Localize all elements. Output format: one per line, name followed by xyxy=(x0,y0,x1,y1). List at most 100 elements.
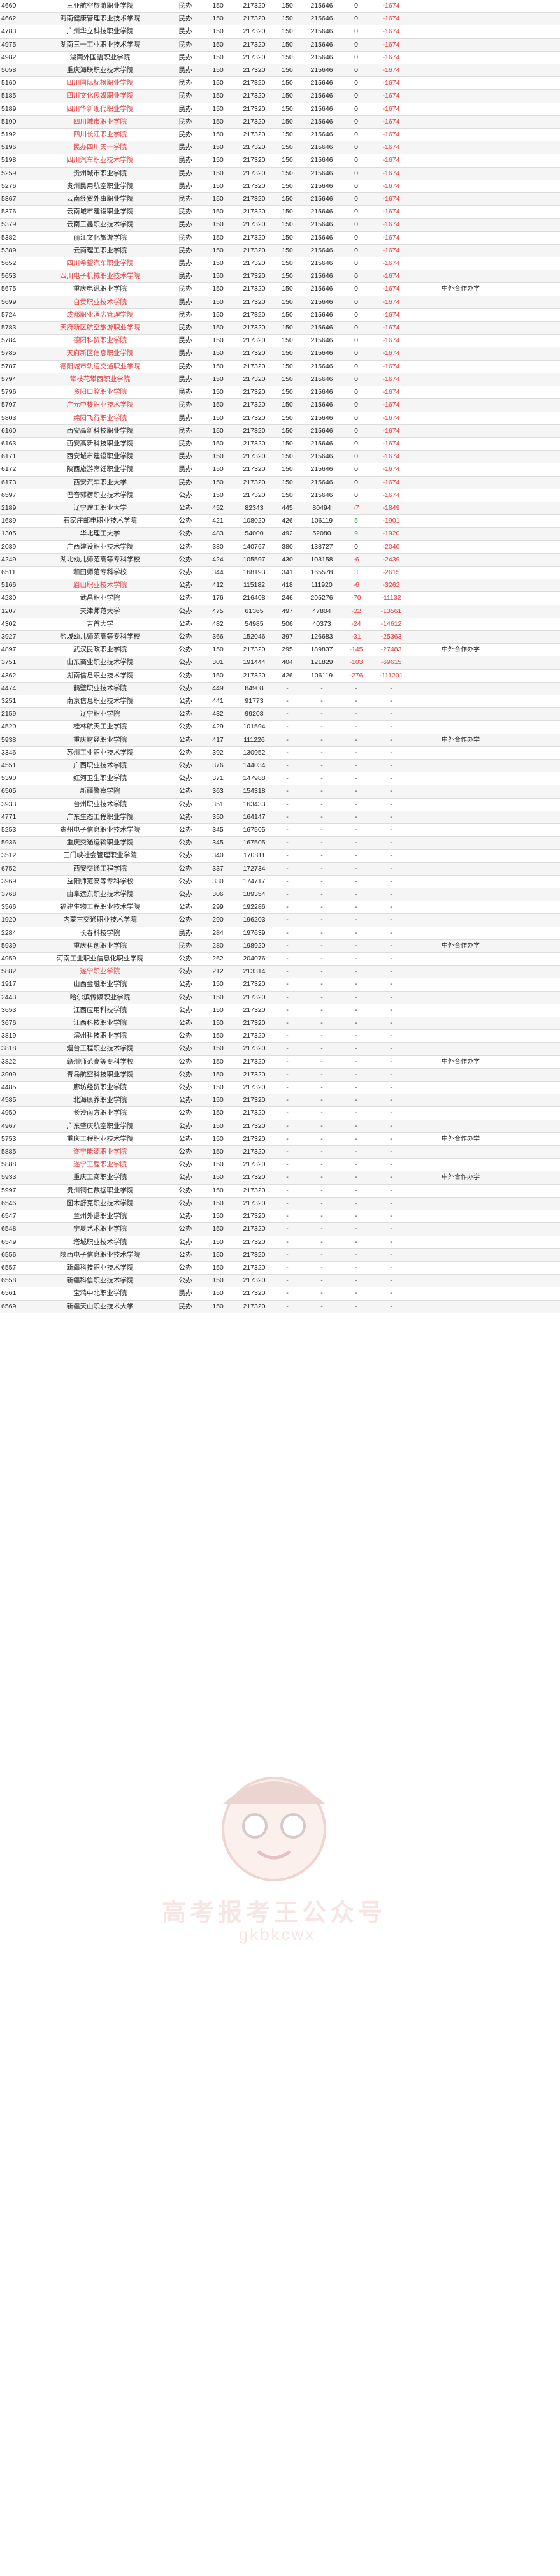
cell-empty xyxy=(503,192,560,206)
cell-plan: 345 xyxy=(200,836,236,850)
cell-plan: 424 xyxy=(200,553,236,567)
cell-type: 公办 xyxy=(171,1158,200,1172)
cell-d2: -1920 xyxy=(371,527,412,541)
cell-rank2: 215646 xyxy=(302,308,341,322)
table-row: 6547 兰州外语职业学院 公办 150 217320- - - - xyxy=(0,1210,560,1224)
cell-plan: 150 xyxy=(200,103,236,116)
cell-rank1: 217320 xyxy=(236,257,273,271)
cell-plan: 150 xyxy=(200,1145,236,1159)
cell-code: 4585 xyxy=(0,1094,29,1108)
cell-rank2: - xyxy=(302,1197,341,1211)
cell-code: 6173 xyxy=(0,476,29,489)
cell-note xyxy=(440,167,503,180)
cell-rank2: 215646 xyxy=(302,167,341,180)
cell-code: 4520 xyxy=(0,720,29,734)
cell-type: 民办 xyxy=(171,386,200,400)
table-row: 4302 吉首大学 公办 482 54985 506 40373 -24 -14612 xyxy=(0,618,560,631)
cell-empty xyxy=(412,1068,440,1082)
cell-empty xyxy=(503,605,560,618)
cell-type: 民办 xyxy=(171,0,200,13)
cell-name: 武汉民政职业学院 xyxy=(29,643,171,657)
cell-type: 民办 xyxy=(171,89,200,103)
cell-d2: -1674 xyxy=(371,231,412,245)
cell-plan: 150 xyxy=(200,270,236,284)
cell-name: 重庆工商职业学院 xyxy=(29,1171,171,1185)
cell-empty xyxy=(503,514,560,528)
table-row: 5783 天府新区航空旅游职业学院 民办 150 217320 150 215646 0 -16… xyxy=(0,321,560,335)
table-row: 5796 资阳口腔职业学院 民办 150 217320 150 215646 0 -1674 xyxy=(0,386,560,400)
cell-rank2: 215646 xyxy=(302,205,341,219)
cell-type: 公办 xyxy=(171,901,200,915)
cell-empty xyxy=(503,785,560,799)
table-row: 4783 广州华立科技职业学院 民办 150 217320 150 215646 0 -1674 xyxy=(0,25,560,39)
cell-type: 公办 xyxy=(171,1261,200,1275)
cell-rank2: 215646 xyxy=(302,282,341,296)
cell-name: 华北理工大学 xyxy=(29,527,171,541)
cell-d2: - xyxy=(371,1171,412,1185)
cell-plan: 150 xyxy=(200,1106,236,1120)
cell-plan: 150 xyxy=(200,437,236,451)
cell-d1: -22 xyxy=(341,605,371,618)
cell-plan2: 150 xyxy=(273,360,302,373)
table-row: 5185 四川文化传媒职业学院 民办 150 217320 150 215646 0 -1674 xyxy=(0,89,560,103)
cell-empty xyxy=(412,115,440,129)
cell-d2: -1674 xyxy=(371,424,412,438)
cell-rank2: - xyxy=(302,1094,341,1108)
cell-plan2: - xyxy=(273,927,302,940)
cell-type: 公办 xyxy=(171,811,200,825)
cell-plan: 150 xyxy=(200,386,236,400)
cell-plan: 150 xyxy=(200,1210,236,1224)
cell-empty xyxy=(503,656,560,670)
cell-empty xyxy=(412,1120,440,1133)
cell-empty xyxy=(503,51,560,65)
cell-plan2: - xyxy=(273,746,302,760)
cell-rank1: 217320 xyxy=(236,643,273,657)
cell-note xyxy=(440,669,503,683)
cell-d1: - xyxy=(341,913,371,927)
cell-code: 5797 xyxy=(0,398,29,412)
cell-d2: - xyxy=(371,1081,412,1095)
cell-empty xyxy=(503,553,560,567)
cell-code: 4362 xyxy=(0,669,29,683)
table-row: 4771 广东生态工程职业学院 公办 350 164147- - - - xyxy=(0,811,560,825)
cell-d1: 0 xyxy=(341,360,371,373)
table-row: 5997 贵州铜仁数据职业学院 公办 150 217320- - - - xyxy=(0,1184,560,1198)
cell-d2: -1674 xyxy=(371,244,412,258)
cell-type: 民办 xyxy=(171,38,200,52)
cell-d2: -1674 xyxy=(371,141,412,155)
cell-rank1: 217320 xyxy=(236,360,273,373)
cell-plan2: 426 xyxy=(273,669,302,683)
cell-name: 江西应用科技学院 xyxy=(29,1004,171,1018)
cell-rank1: 217320 xyxy=(236,1132,273,1147)
cell-rank2: 106119 xyxy=(302,514,341,528)
cell-d1: 0 xyxy=(341,103,371,116)
cell-plan2: - xyxy=(273,1210,302,1224)
cell-empty xyxy=(412,669,440,683)
cell-plan: 150 xyxy=(200,25,236,39)
cell-type: 民办 xyxy=(171,360,200,373)
cell-code: 3822 xyxy=(0,1055,29,1069)
cell-plan2: 150 xyxy=(273,373,302,387)
cell-rank1: 217320 xyxy=(236,1210,273,1224)
cell-empty xyxy=(503,901,560,915)
table-row: 4950 长沙南方职业学院 公办 150 217320- - - - xyxy=(0,1106,560,1120)
table-row: 6171 西安城市建设职业学院 民办 150 217320 150 215646 0 -1674 xyxy=(0,450,560,464)
cell-plan2: 380 xyxy=(273,540,302,554)
cell-plan: 150 xyxy=(200,1274,236,1288)
cell-rank2: - xyxy=(302,1158,341,1172)
cell-empty xyxy=(412,991,440,1004)
cell-code: 3512 xyxy=(0,849,29,863)
cell-plan: 150 xyxy=(200,115,236,129)
cell-code: 6557 xyxy=(0,1261,29,1275)
cell-empty xyxy=(412,321,440,335)
cell-empty xyxy=(503,1042,560,1056)
cell-type: 公办 xyxy=(171,798,200,811)
cell-plan: 150 xyxy=(200,360,236,373)
cell-note xyxy=(440,64,503,78)
cell-name: 攀枝花攀西职业学院 xyxy=(29,373,171,387)
cell-name: 兰州外语职业学院 xyxy=(29,1210,171,1224)
cell-plan2: 445 xyxy=(273,502,302,516)
cell-rank2: 215646 xyxy=(302,360,341,373)
cell-d1: - xyxy=(341,862,371,876)
cell-name: 德阳城市轨道交通职业学院 xyxy=(29,360,171,373)
